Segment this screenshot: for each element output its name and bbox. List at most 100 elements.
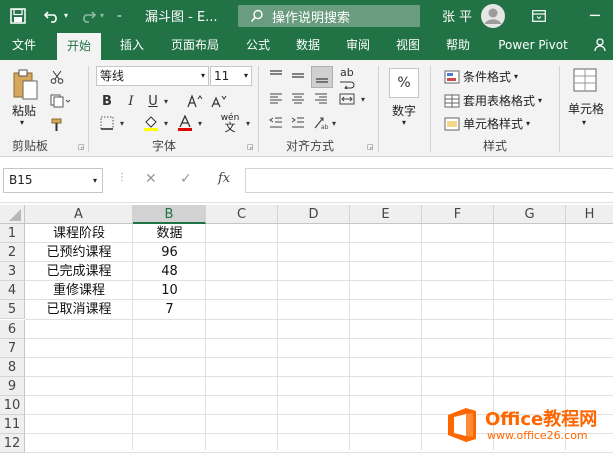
formula-input[interactable]	[245, 168, 613, 193]
align-left-icon[interactable]	[268, 91, 284, 107]
fill-color-icon[interactable]	[142, 114, 160, 132]
cells-dropdown-icon[interactable]: ▾	[582, 118, 586, 127]
column-header[interactable]: C	[206, 205, 278, 224]
tab-view[interactable]: 视图	[386, 31, 430, 60]
font-launcher-icon[interactable]: ◲	[247, 143, 254, 151]
align-right-icon[interactable]	[313, 91, 329, 107]
avatar[interactable]	[481, 0, 505, 31]
borders-dropdown-icon[interactable]: ▾	[118, 114, 126, 132]
cell-B3[interactable]: 48	[133, 262, 206, 281]
enter-icon[interactable]: ✓	[180, 171, 192, 187]
column-header[interactable]: G	[494, 205, 566, 224]
underline-dropdown-icon[interactable]: ▾	[162, 92, 170, 110]
bottom-align-icon[interactable]	[311, 66, 333, 88]
cells-button[interactable]: 单元格	[568, 100, 604, 117]
row-header[interactable]: 4	[0, 281, 25, 301]
format-as-table-button[interactable]: 套用表格格式 ▾	[444, 92, 542, 109]
cell-A4[interactable]: 重修课程	[25, 281, 133, 300]
tab-formulas[interactable]: 公式	[236, 31, 280, 60]
tab-file[interactable]: 文件	[2, 31, 46, 60]
row-header[interactable]: 9	[0, 376, 25, 396]
percent-icon[interactable]: %	[389, 68, 419, 98]
cell-B1[interactable]: 数据	[133, 224, 206, 243]
column-header[interactable]: E	[350, 205, 422, 224]
cell-B4[interactable]: 10	[133, 281, 206, 300]
copy-icon[interactable]	[48, 92, 74, 110]
decrease-indent-icon[interactable]	[268, 115, 284, 131]
row-header[interactable]: 10	[0, 395, 25, 415]
font-color-dropdown-icon[interactable]: ▾	[196, 114, 204, 132]
middle-align-icon[interactable]	[290, 68, 306, 84]
increase-indent-icon[interactable]	[290, 115, 306, 131]
column-header[interactable]: F	[422, 205, 494, 224]
cell-A2[interactable]: 已预约课程	[25, 243, 133, 262]
tab-data[interactable]: 数据	[286, 31, 330, 60]
user-name[interactable]: 张 平	[442, 0, 472, 31]
orientation-dropdown-icon[interactable]: ▾	[330, 115, 338, 131]
cell-B5[interactable]: 7	[133, 300, 206, 319]
font-name-select[interactable]: 等线 ▾	[96, 66, 209, 86]
wrap-text-icon[interactable]: ab	[340, 66, 354, 79]
name-box[interactable]: B15 ▾	[3, 168, 103, 193]
format-painter-icon[interactable]	[48, 116, 66, 134]
row-header[interactable]: 1	[0, 224, 25, 244]
cells-icon[interactable]	[571, 66, 599, 94]
column-header[interactable]: H	[566, 205, 613, 224]
number-format-button[interactable]: 数字	[392, 102, 416, 119]
redo-icon[interactable]	[80, 0, 100, 31]
phonetic-dropdown-icon[interactable]: ▾	[244, 114, 252, 132]
tab-home[interactable]: 开始	[57, 33, 102, 60]
row-header[interactable]: 8	[0, 357, 25, 377]
top-align-icon[interactable]	[268, 68, 284, 84]
italic-button[interactable]: I	[124, 92, 138, 110]
redo-dropdown-icon[interactable]: ▾	[100, 0, 110, 31]
column-header[interactable]: A	[25, 205, 133, 224]
font-size-select[interactable]: 11 ▾	[210, 66, 252, 86]
row-header[interactable]: 2	[0, 243, 25, 263]
row-header[interactable]: 12	[0, 434, 25, 453]
conditional-formatting-button[interactable]: 条件格式 ▾	[444, 68, 518, 85]
row-header[interactable]: 5	[0, 300, 25, 320]
increase-font-size-icon[interactable]	[186, 92, 204, 110]
save-icon[interactable]	[10, 0, 30, 31]
insert-function-icon[interactable]: fx	[218, 171, 230, 186]
paste-button[interactable]: 粘贴	[12, 102, 36, 119]
tab-page-layout[interactable]: 页面布局	[165, 31, 225, 60]
tab-power-pivot[interactable]: Power Pivot	[490, 31, 576, 60]
merge-center-icon[interactable]	[338, 91, 356, 107]
align-center-icon[interactable]	[290, 91, 306, 107]
row-header[interactable]: 3	[0, 262, 25, 282]
font-color-icon[interactable]	[176, 114, 194, 132]
customize-qat-icon[interactable]: ₌	[117, 0, 131, 31]
orientation-icon[interactable]: ab	[312, 115, 330, 131]
merge-dropdown-icon[interactable]: ▾	[359, 91, 367, 107]
decrease-font-size-icon[interactable]	[210, 92, 228, 110]
cell-A3[interactable]: 已完成课程	[25, 262, 133, 281]
underline-button[interactable]: U	[146, 92, 160, 110]
bold-button[interactable]: B	[100, 92, 114, 110]
undo-icon[interactable]	[44, 0, 64, 31]
cell-A1[interactable]: 课程阶段	[25, 224, 133, 243]
paste-dropdown-icon[interactable]: ▾	[20, 118, 24, 127]
ribbon-display-options-icon[interactable]	[532, 0, 546, 31]
borders-icon[interactable]	[98, 114, 116, 132]
tab-help[interactable]: 帮助	[436, 31, 480, 60]
cell-A5[interactable]: 已取消课程	[25, 300, 133, 319]
share-icon[interactable]	[588, 31, 613, 60]
paste-icon[interactable]	[10, 68, 40, 102]
row-header[interactable]: 11	[0, 415, 25, 435]
tab-review[interactable]: 审阅	[336, 31, 380, 60]
cut-icon[interactable]	[48, 68, 66, 86]
select-all-button[interactable]	[0, 205, 25, 224]
tab-insert[interactable]: 插入	[110, 31, 154, 60]
cancel-icon[interactable]: ✕	[145, 171, 157, 187]
number-dropdown-icon[interactable]: ▾	[402, 118, 406, 127]
phonetic-guide-button[interactable]: wén 文	[218, 113, 242, 135]
cell-styles-button[interactable]: 单元格样式 ▾	[444, 115, 530, 132]
column-header[interactable]: D	[278, 205, 350, 224]
clipboard-launcher-icon[interactable]: ◲	[78, 143, 85, 151]
undo-dropdown-icon[interactable]: ▾	[64, 0, 74, 31]
search-box[interactable]: 操作说明搜索	[238, 5, 420, 27]
cell-B2[interactable]: 96	[133, 243, 206, 262]
row-header[interactable]: 6	[0, 319, 25, 339]
